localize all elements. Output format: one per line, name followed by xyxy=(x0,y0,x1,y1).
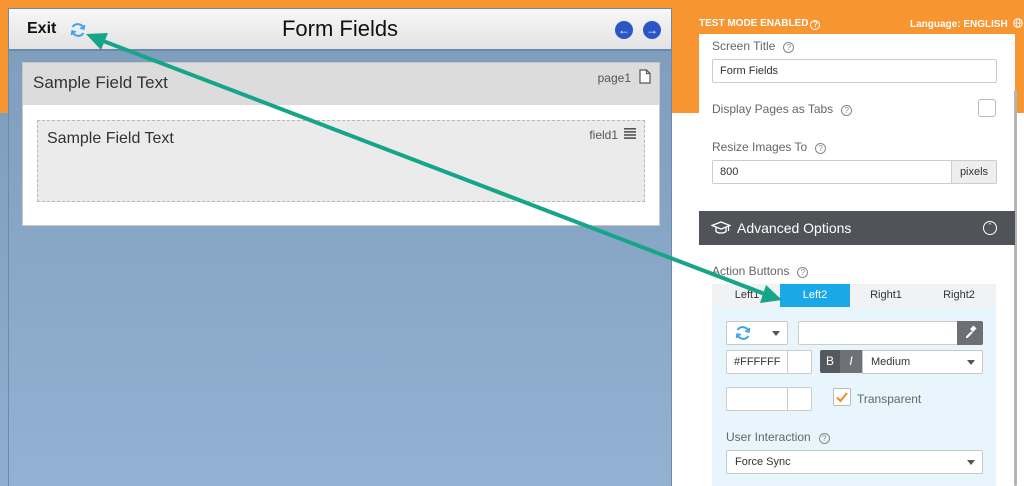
display-tabs-checkbox[interactable] xyxy=(978,99,996,117)
refresh-icon[interactable] xyxy=(69,21,87,39)
chevron-up-icon[interactable]: ˆ xyxy=(983,221,997,235)
page-icon xyxy=(639,69,651,84)
transparent-label: Transparent xyxy=(857,392,922,406)
transparent-checkbox[interactable] xyxy=(833,388,851,406)
tab-right2[interactable]: Right2 xyxy=(924,284,994,307)
field-text: Sample Field Text xyxy=(47,130,174,147)
help-icon[interactable]: ? xyxy=(797,267,809,278)
page-tag: page1 xyxy=(597,71,631,85)
screen-title-label: Screen Title? xyxy=(712,39,795,53)
chevron-down-icon xyxy=(967,460,975,465)
italic-button[interactable]: I xyxy=(840,350,862,373)
test-mode-indicator: TEST MODE ENABLED? xyxy=(699,18,821,30)
color-swatch[interactable] xyxy=(787,350,812,374)
resize-images-input[interactable]: 800 xyxy=(712,160,952,184)
menu-icon[interactable] xyxy=(624,128,636,139)
arrow-left-icon[interactable]: ← xyxy=(615,21,633,39)
page-header: Sample Field Text page1 xyxy=(23,63,659,105)
help-icon[interactable]: ? xyxy=(818,433,830,444)
chevron-down-icon xyxy=(967,360,975,365)
panel-scrollbar[interactable] xyxy=(1014,90,1017,486)
color-input[interactable]: #FFFFFF xyxy=(726,350,788,374)
check-icon xyxy=(836,392,848,403)
refresh-icon xyxy=(735,326,751,340)
screen-title-input[interactable]: Form Fields xyxy=(712,59,997,83)
bold-button[interactable]: B xyxy=(820,350,840,373)
language-selector[interactable]: Language: ENGLISH xyxy=(910,18,1023,30)
field-tag: field1 xyxy=(589,128,618,142)
tab-left1[interactable]: Left1 xyxy=(712,284,782,307)
field-box[interactable]: Sample Field Text field1 xyxy=(37,120,645,202)
resize-unit: pixels xyxy=(951,160,997,184)
chevron-down-icon xyxy=(772,331,780,336)
screen-title: Form Fields xyxy=(281,16,399,41)
globe-icon xyxy=(1012,18,1023,28)
help-icon[interactable]: ? xyxy=(841,105,853,116)
hammer-icon xyxy=(965,325,977,339)
app-title-bar: Exit Form Fields ← → xyxy=(9,9,671,51)
tab-left2[interactable]: Left2 xyxy=(780,284,850,307)
exit-button[interactable]: Exit xyxy=(27,20,56,38)
user-interaction-label: User Interaction? xyxy=(726,430,830,444)
graduation-cap-icon xyxy=(711,221,731,234)
advanced-options-header[interactable]: Advanced Options ˆ xyxy=(699,211,1015,245)
user-interaction-select[interactable]: Force Sync xyxy=(726,450,983,474)
arrow-right-icon[interactable]: → xyxy=(643,21,661,39)
page-title: Sample Field Text xyxy=(33,73,168,92)
tab-right1[interactable]: Right1 xyxy=(851,284,921,307)
advanced-options-title: Advanced Options xyxy=(737,220,852,236)
button-label-input[interactable] xyxy=(798,321,958,345)
page-card[interactable]: Sample Field Text page1 Sample Field Tex… xyxy=(22,62,660,226)
action-buttons-label: Action Buttons? xyxy=(712,264,809,278)
action-button-tabs: Left1 Left2 Right1 Right2 xyxy=(712,284,996,307)
help-icon[interactable]: ? xyxy=(810,20,821,30)
background-color-input[interactable] xyxy=(726,387,788,411)
hammer-button[interactable] xyxy=(957,321,983,345)
resize-images-label: Resize Images To? xyxy=(712,140,827,154)
help-icon[interactable]: ? xyxy=(783,42,795,53)
display-tabs-label: Display Pages as Tabs? xyxy=(712,102,853,116)
icon-selector[interactable] xyxy=(726,321,788,345)
background-color-swatch[interactable] xyxy=(787,387,812,411)
help-icon[interactable]: ? xyxy=(815,143,827,154)
font-size-select[interactable]: Medium xyxy=(862,350,983,374)
